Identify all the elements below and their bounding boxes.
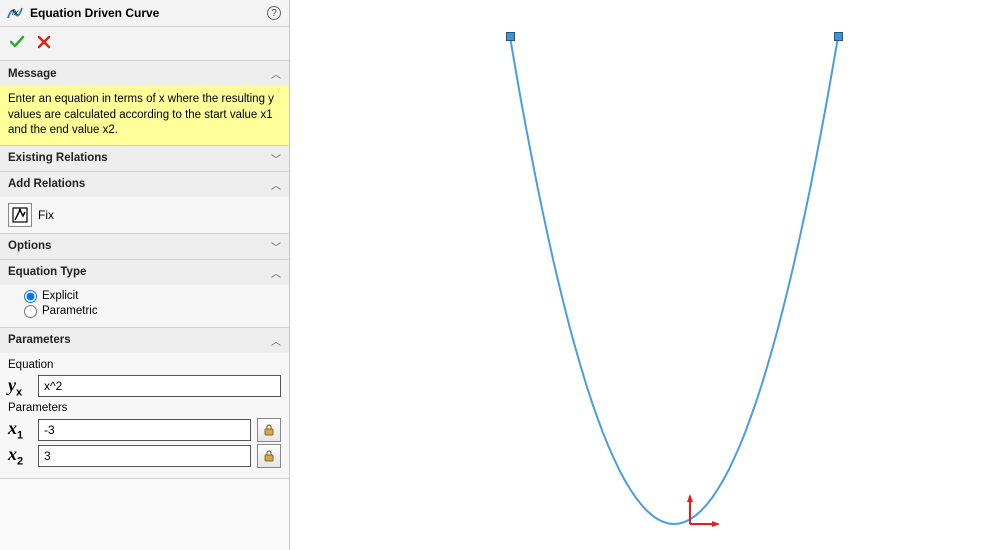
x1-lock-button[interactable] (257, 418, 281, 442)
parameters-header[interactable]: Parameters ︿ (0, 328, 289, 353)
equation-sublabel: Equation (8, 357, 281, 373)
add-relations-section: Add Relations ︿ Fix (0, 172, 289, 234)
x1-input[interactable] (38, 419, 251, 441)
add-relations-header[interactable]: Add Relations ︿ (0, 172, 289, 197)
parametric-radio[interactable]: Parametric (24, 304, 281, 319)
panel-header: fx Equation Driven Curve ? (0, 0, 289, 27)
equation-type-header[interactable]: Equation Type ︿ (0, 260, 289, 285)
chevron-down-icon: ﹀ (271, 151, 281, 166)
x2-lock-button[interactable] (257, 444, 281, 468)
graphics-viewport[interactable] (290, 0, 1000, 550)
params-sublabel: Parameters (8, 400, 281, 416)
x1-symbol: x1 (8, 418, 32, 442)
options-header[interactable]: Options ﹀ (0, 234, 289, 259)
message-section: Message ︿ Enter an equation in terms of … (0, 61, 289, 146)
equation-type-section: Equation Type ︿ Explicit Parametric (0, 260, 289, 328)
message-body: Enter an equation in terms of x where th… (0, 86, 289, 145)
help-icon[interactable]: ? (267, 6, 281, 20)
existing-relations-header[interactable]: Existing Relations ﹀ (0, 146, 289, 171)
cancel-icon[interactable] (36, 34, 52, 53)
equation-input[interactable] (38, 375, 281, 397)
options-section: Options ﹀ (0, 234, 289, 260)
origin-triad-icon (687, 494, 720, 527)
curve-plot (290, 0, 1000, 550)
chevron-up-icon: ︿ (271, 333, 281, 348)
x2-input[interactable] (38, 445, 251, 467)
chevron-up-icon: ︿ (271, 177, 281, 192)
message-header[interactable]: Message ︿ (0, 61, 289, 86)
parameters-section: Parameters ︿ Equation yx Parameters x1 (0, 328, 289, 480)
property-panel: fx Equation Driven Curve ? Message ︿ Ent… (0, 0, 290, 550)
existing-relations-section: Existing Relations ﹀ (0, 146, 289, 172)
x2-symbol: x2 (8, 444, 32, 468)
chevron-down-icon: ﹀ (271, 239, 281, 254)
action-row (0, 27, 289, 61)
svg-text:fx: fx (12, 8, 19, 17)
panel-title: Equation Driven Curve (30, 6, 267, 20)
curve-fx-icon: fx (6, 4, 24, 22)
chevron-up-icon: ︿ (271, 265, 281, 280)
chevron-up-icon: ︿ (271, 66, 281, 81)
fix-label: Fix (38, 208, 54, 222)
explicit-radio[interactable]: Explicit (24, 289, 281, 304)
curve-endpoint-right[interactable] (834, 32, 843, 41)
fix-relation-button[interactable] (8, 203, 32, 227)
yx-symbol: yx (8, 375, 32, 399)
confirm-icon[interactable] (8, 33, 26, 54)
curve-endpoint-left[interactable] (506, 32, 515, 41)
